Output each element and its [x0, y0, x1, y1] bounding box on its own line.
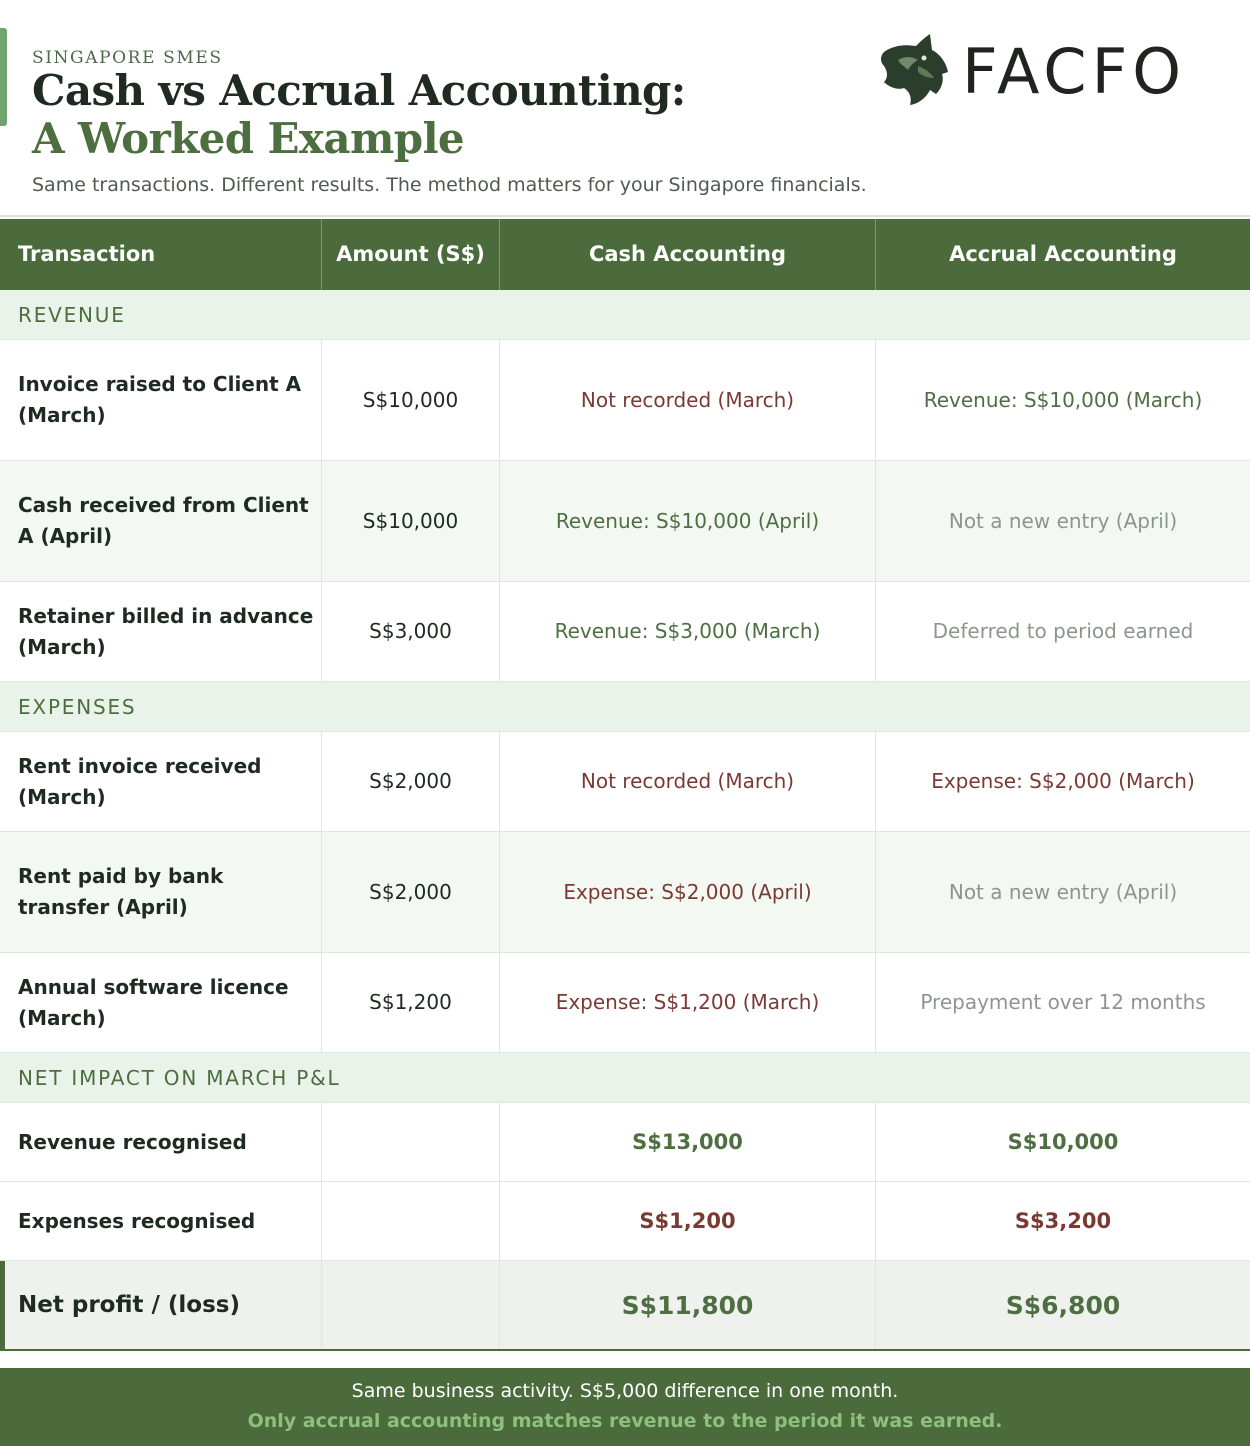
comparison-table: Transaction Amount (S$) Cash Accounting …	[0, 219, 1250, 1351]
divider	[0, 1349, 1250, 1351]
column-header-cash: Cash Accounting	[499, 219, 875, 290]
accrual-total: S$3,200	[875, 1182, 1250, 1260]
amount-cell: S$10,000	[321, 340, 499, 460]
transaction-cell: Rent paid by bank transfer (April)	[18, 864, 224, 919]
summary-row-net-profit: Net profit / (loss) S$11,800 S$6,800	[0, 1261, 1250, 1349]
footer-banner: Same business activity. S$5,000 differen…	[0, 1368, 1250, 1446]
table-row: Rent invoice received (March) S$2,000 No…	[0, 732, 1250, 832]
summary-label: Expenses recognised	[18, 1208, 256, 1233]
accrual-cell: Not a new entry (April)	[875, 832, 1250, 952]
lynx-head-icon	[881, 34, 948, 105]
table-row: Cash received from Client A (April) S$10…	[0, 461, 1250, 582]
column-header-amount: Amount (S$)	[321, 219, 499, 290]
column-header-accrual: Accrual Accounting	[875, 219, 1250, 290]
cash-total: S$1,200	[499, 1182, 875, 1260]
table-row: Annual software licence (March) S$1,200 …	[0, 953, 1250, 1053]
accrual-cell: Deferred to period earned	[875, 582, 1250, 681]
transaction-cell: Cash received from Client A (April)	[18, 493, 309, 548]
section-header-revenue: REVENUE	[0, 290, 1250, 340]
transaction-cell: Retainer billed in advance (March)	[18, 603, 314, 659]
page-title-subline: A Worked Example	[32, 114, 465, 163]
eyebrow-label: SINGAPORE SMES	[32, 48, 223, 68]
cash-cell: Revenue: S$10,000 (April)	[499, 461, 875, 581]
column-header-transaction: Transaction	[18, 242, 156, 266]
transaction-cell: Rent invoice received (March)	[18, 753, 262, 809]
transaction-cell: Annual software licence (March)	[18, 974, 289, 1030]
amount-cell	[321, 1261, 499, 1349]
footer-highlight: Only accrual accounting matches revenue …	[247, 1410, 1003, 1432]
summary-row-revenue: Revenue recognised S$13,000 S$10,000	[0, 1103, 1250, 1182]
amount-cell: S$3,000	[321, 582, 499, 681]
facfo-logo: FACFO	[878, 30, 1228, 110]
divider	[0, 215, 1250, 217]
cash-cell: Expense: S$1,200 (March)	[499, 953, 875, 1052]
table-row: Rent paid by bank transfer (April) S$2,0…	[0, 832, 1250, 953]
summary-label: Revenue recognised	[18, 1129, 247, 1154]
section-header-expenses: EXPENSES	[0, 682, 1250, 732]
accrual-cell: Prepayment over 12 months	[875, 953, 1250, 1052]
amount-cell: S$1,200	[321, 953, 499, 1052]
accrual-net-profit: S$6,800	[875, 1261, 1250, 1349]
cash-total: S$13,000	[499, 1103, 875, 1181]
section-header-net-impact: NET IMPACT ON MARCH P&L	[0, 1053, 1250, 1103]
summary-label: Net profit / (loss)	[18, 1291, 241, 1318]
page-subtitle: Same transactions. Different results. Th…	[32, 174, 867, 196]
cash-cell: Expense: S$2,000 (April)	[499, 832, 875, 952]
accrual-cell: Expense: S$2,000 (March)	[875, 732, 1250, 831]
table-row: Retainer billed in advance (March) S$3,0…	[0, 582, 1250, 682]
table-row: Invoice raised to Client A (March) S$10,…	[0, 340, 1250, 461]
cash-cell: Not recorded (March)	[499, 732, 875, 831]
amount-cell: S$10,000	[321, 461, 499, 581]
amount-cell: S$2,000	[321, 832, 499, 952]
amount-cell: S$2,000	[321, 732, 499, 831]
cash-net-profit: S$11,800	[499, 1261, 875, 1349]
footer-message: Same business activity. S$5,000 differen…	[351, 1380, 899, 1402]
cash-cell: Not recorded (March)	[499, 340, 875, 460]
summary-row-expenses: Expenses recognised S$1,200 S$3,200	[0, 1182, 1250, 1261]
accrual-total: S$10,000	[875, 1103, 1250, 1181]
table-header-row: Transaction Amount (S$) Cash Accounting …	[0, 219, 1250, 290]
accrual-cell: Not a new entry (April)	[875, 461, 1250, 581]
accrual-cell: Revenue: S$10,000 (March)	[875, 340, 1250, 460]
accent-bar	[0, 28, 7, 126]
logo-wordmark: FACFO	[962, 35, 1187, 108]
amount-cell	[321, 1182, 499, 1260]
cash-cell: Revenue: S$3,000 (March)	[499, 582, 875, 681]
page-title: Cash vs Accrual Accounting:	[32, 66, 686, 115]
amount-cell	[321, 1103, 499, 1181]
transaction-cell: Invoice raised to Client A (March)	[18, 372, 302, 427]
